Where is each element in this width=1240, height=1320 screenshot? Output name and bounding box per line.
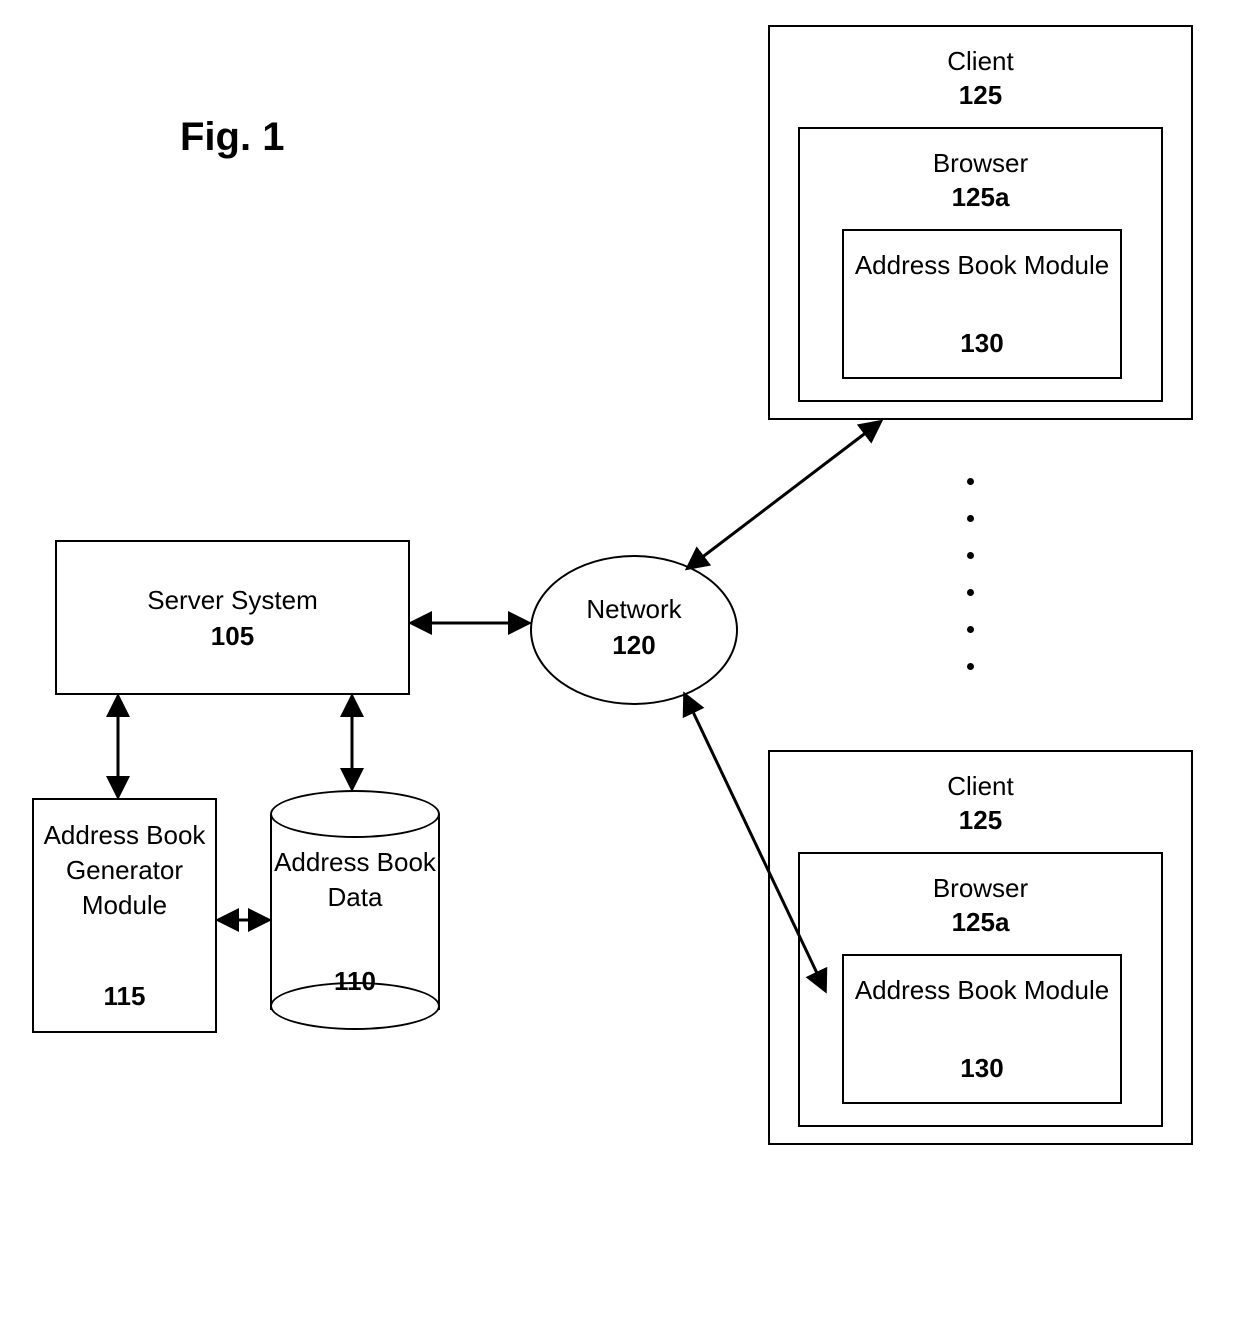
- diagram-canvas: Fig. 1 Server System 105 Address Book Ge…: [0, 0, 1240, 1320]
- client-2-abmodule-ref: 130: [960, 1053, 1003, 1083]
- client-1-abmodule-label: Address Book Module: [844, 249, 1120, 283]
- client-2-browser-box: Browser 125a Address Book Module 130: [798, 852, 1163, 1127]
- client-1-browser-ref: 125a: [952, 182, 1010, 212]
- network-label: Network: [586, 594, 681, 624]
- server-system-label: Server System: [147, 585, 318, 615]
- client-2-ref: 125: [959, 805, 1002, 835]
- client-2-label: Client: [947, 771, 1013, 801]
- server-system-ref: 105: [211, 621, 254, 651]
- client-1-browser-label: Browser: [933, 148, 1028, 178]
- ab-generator-module-label: Address Book Generator Module: [34, 818, 215, 923]
- client-1-abmodule-box: Address Book Module 130: [842, 229, 1122, 379]
- client-2-abmodule-label: Address Book Module: [844, 974, 1120, 1008]
- network-node: Network 120: [530, 555, 738, 705]
- client-1-abmodule-ref: 130: [960, 328, 1003, 358]
- ab-data-ref: 110: [334, 966, 376, 996]
- figure-title: Fig. 1: [180, 115, 284, 160]
- network-ref: 120: [612, 630, 655, 660]
- ab-data-label: Address Book Data: [270, 845, 440, 915]
- client-2-browser-ref: 125a: [952, 907, 1010, 937]
- conn-network-client1: [688, 422, 880, 568]
- client-1-browser-box: Browser 125a Address Book Module 130: [798, 127, 1163, 402]
- ab-generator-module-box: Address Book Generator Module 115: [32, 798, 217, 1033]
- client-1-ref: 125: [959, 80, 1002, 110]
- client-1-label: Client: [947, 46, 1013, 76]
- client-2-box: Client 125 Browser 125a Address Book Mod…: [768, 750, 1193, 1145]
- client-2-browser-label: Browser: [933, 873, 1028, 903]
- ab-data-cylinder: Address Book Data 110: [270, 790, 440, 1030]
- client-2-abmodule-box: Address Book Module 130: [842, 954, 1122, 1104]
- ab-generator-module-ref: 115: [104, 981, 146, 1011]
- client-1-box: Client 125 Browser 125a Address Book Mod…: [768, 25, 1193, 420]
- server-system-box: Server System 105: [55, 540, 410, 695]
- vertical-ellipsis-icon: [967, 478, 974, 670]
